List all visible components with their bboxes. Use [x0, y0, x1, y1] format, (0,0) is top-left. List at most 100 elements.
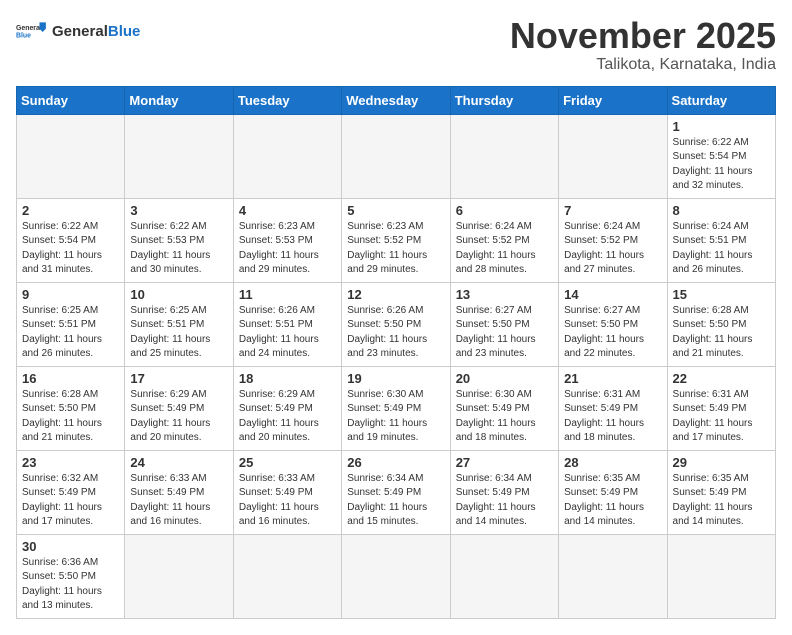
day-info: Sunrise: 6:36 AM Sunset: 5:50 PM Dayligh… [22, 556, 119, 614]
table-row: 28Sunrise: 6:35 AM Sunset: 5:49 PM Dayli… [559, 450, 667, 534]
day-info: Sunrise: 6:25 AM Sunset: 5:51 PM Dayligh… [130, 304, 227, 362]
table-row: 7 Sunrise: 6:24 AM Sunset: 5:52 PM Daylig… [559, 198, 667, 282]
day-number: 22 [673, 371, 770, 386]
day-number: 17 [130, 371, 227, 386]
table-row: 26Sunrise: 6:34 AM Sunset: 5:49 PM Dayli… [342, 450, 450, 534]
table-row: 24Sunrise: 6:33 AM Sunset: 5:49 PM Dayli… [125, 450, 233, 534]
header-friday: Friday [559, 86, 667, 114]
calendar-table: Sunday Monday Tuesday Wednesday Thursday… [16, 86, 776, 619]
day-info: Sunrise: 6:24 AM Sunset: 5:52 PM Dayligh… [456, 220, 553, 278]
table-row: 8 Sunrise: 6:24 AM Sunset: 5:51 PM Daylig… [667, 198, 775, 282]
table-row: 6Sunrise: 6:24 AM Sunset: 5:52 PM Daylig… [450, 198, 558, 282]
day-number: 8 [673, 203, 770, 218]
svg-text:Blue: Blue [16, 32, 31, 39]
day-info: Sunrise: 6:22 AM Sunset: 5:54 PM Dayligh… [673, 136, 770, 194]
day-info: Sunrise: 6:24 AM Sunset: 5:51 PM Dayligh… [673, 220, 770, 278]
day-info: Sunrise: 6:30 AM Sunset: 5:49 PM Dayligh… [347, 388, 444, 446]
logo: GeneralBlue GeneralBlue [16, 16, 140, 48]
table-row: 13 Sunrise: 6:27 AM Sunset: 5:50 PM Dayli… [450, 282, 558, 366]
calendar-row: 16 Sunrise: 6:28 AM Sunset: 5:50 PM Dayli… [17, 366, 776, 450]
logo-icon: GeneralBlue [16, 16, 48, 48]
table-row: 5Sunrise: 6:23 AM Sunset: 5:52 PM Daylig… [342, 198, 450, 282]
day-number: 19 [347, 371, 444, 386]
month-title: November 2025 [510, 16, 776, 56]
table-row: 2 Sunrise: 6:22 AM Sunset: 5:54 PM Daylig… [17, 198, 125, 282]
header-row: Sunday Monday Tuesday Wednesday Thursday… [17, 86, 776, 114]
day-number: 4 [239, 203, 336, 218]
table-row [125, 534, 233, 618]
title-area: November 2025 Talikota, Karnataka, India [510, 16, 776, 74]
day-number: 25 [239, 455, 336, 470]
day-number: 1 [673, 119, 770, 134]
table-row [342, 534, 450, 618]
table-row: 30 Sunrise: 6:36 AM Sunset: 5:50 PM Dayli… [17, 534, 125, 618]
day-info: Sunrise: 6:26 AM Sunset: 5:50 PM Dayligh… [347, 304, 444, 362]
table-row: 14 Sunrise: 6:27 AM Sunset: 5:50 PM Dayli… [559, 282, 667, 366]
day-info: Sunrise: 6:22 AM Sunset: 5:54 PM Dayligh… [22, 220, 119, 278]
table-row: 27 Sunrise: 6:34 AM Sunset: 5:49 PM Dayli… [450, 450, 558, 534]
day-number: 9 [22, 287, 119, 302]
day-number: 12 [347, 287, 444, 302]
day-number: 2 [22, 203, 119, 218]
day-number: 26 [347, 455, 444, 470]
header-saturday: Saturday [667, 86, 775, 114]
day-number: 7 [564, 203, 661, 218]
day-info: Sunrise: 6:25 AM Sunset: 5:51 PM Dayligh… [22, 304, 119, 362]
day-info: Sunrise: 6:27 AM Sunset: 5:50 PM Dayligh… [456, 304, 553, 362]
day-info: Sunrise: 6:34 AM Sunset: 5:49 PM Dayligh… [456, 472, 553, 530]
table-row [233, 114, 341, 198]
table-row: 25Sunrise: 6:33 AM Sunset: 5:49 PM Dayli… [233, 450, 341, 534]
day-number: 11 [239, 287, 336, 302]
calendar-row: 1 Sunrise: 6:22 AM Sunset: 5:54 PM Daylig… [17, 114, 776, 198]
day-number: 27 [456, 455, 553, 470]
day-info: Sunrise: 6:28 AM Sunset: 5:50 PM Dayligh… [673, 304, 770, 362]
calendar-row: 2 Sunrise: 6:22 AM Sunset: 5:54 PM Daylig… [17, 198, 776, 282]
calendar-row: 9 Sunrise: 6:25 AM Sunset: 5:51 PM Daylig… [17, 282, 776, 366]
table-row: 18 Sunrise: 6:29 AM Sunset: 5:49 PM Dayli… [233, 366, 341, 450]
day-info: Sunrise: 6:35 AM Sunset: 5:49 PM Dayligh… [564, 472, 661, 530]
day-info: Sunrise: 6:27 AM Sunset: 5:50 PM Dayligh… [564, 304, 661, 362]
table-row: 11 Sunrise: 6:26 AM Sunset: 5:51 PM Dayli… [233, 282, 341, 366]
day-info: Sunrise: 6:23 AM Sunset: 5:53 PM Dayligh… [239, 220, 336, 278]
calendar-row: 23Sunrise: 6:32 AM Sunset: 5:49 PM Dayli… [17, 450, 776, 534]
day-number: 13 [456, 287, 553, 302]
header-monday: Monday [125, 86, 233, 114]
table-row: 12 Sunrise: 6:26 AM Sunset: 5:50 PM Dayli… [342, 282, 450, 366]
day-info: Sunrise: 6:32 AM Sunset: 5:49 PM Dayligh… [22, 472, 119, 530]
table-row [559, 534, 667, 618]
day-number: 16 [22, 371, 119, 386]
page-header: GeneralBlue GeneralBlue November 2025 Ta… [16, 16, 776, 74]
day-info: Sunrise: 6:24 AM Sunset: 5:52 PM Dayligh… [564, 220, 661, 278]
table-row: 16 Sunrise: 6:28 AM Sunset: 5:50 PM Dayli… [17, 366, 125, 450]
table-row: 23Sunrise: 6:32 AM Sunset: 5:49 PM Dayli… [17, 450, 125, 534]
day-info: Sunrise: 6:26 AM Sunset: 5:51 PM Dayligh… [239, 304, 336, 362]
day-info: Sunrise: 6:35 AM Sunset: 5:49 PM Dayligh… [673, 472, 770, 530]
day-number: 24 [130, 455, 227, 470]
header-tuesday: Tuesday [233, 86, 341, 114]
logo-general: General [52, 23, 108, 40]
table-row: 17Sunrise: 6:29 AM Sunset: 5:49 PM Dayli… [125, 366, 233, 450]
table-row [667, 534, 775, 618]
day-info: Sunrise: 6:29 AM Sunset: 5:49 PM Dayligh… [239, 388, 336, 446]
day-number: 21 [564, 371, 661, 386]
day-info: Sunrise: 6:31 AM Sunset: 5:49 PM Dayligh… [564, 388, 661, 446]
header-sunday: Sunday [17, 86, 125, 114]
day-number: 29 [673, 455, 770, 470]
table-row [342, 114, 450, 198]
day-number: 5 [347, 203, 444, 218]
logo-blue: Blue [108, 23, 141, 40]
table-row: 19 Sunrise: 6:30 AM Sunset: 5:49 PM Dayli… [342, 366, 450, 450]
day-info: Sunrise: 6:22 AM Sunset: 5:53 PM Dayligh… [130, 220, 227, 278]
day-number: 30 [22, 539, 119, 554]
table-row: 4 Sunrise: 6:23 AM Sunset: 5:53 PM Daylig… [233, 198, 341, 282]
calendar-row: 30 Sunrise: 6:36 AM Sunset: 5:50 PM Dayli… [17, 534, 776, 618]
day-number: 20 [456, 371, 553, 386]
table-row [125, 114, 233, 198]
table-row: 1 Sunrise: 6:22 AM Sunset: 5:54 PM Daylig… [667, 114, 775, 198]
day-number: 18 [239, 371, 336, 386]
day-number: 10 [130, 287, 227, 302]
table-row: 22Sunrise: 6:31 AM Sunset: 5:49 PM Dayli… [667, 366, 775, 450]
day-info: Sunrise: 6:28 AM Sunset: 5:50 PM Dayligh… [22, 388, 119, 446]
day-number: 14 [564, 287, 661, 302]
svg-text:General: General [16, 25, 42, 32]
